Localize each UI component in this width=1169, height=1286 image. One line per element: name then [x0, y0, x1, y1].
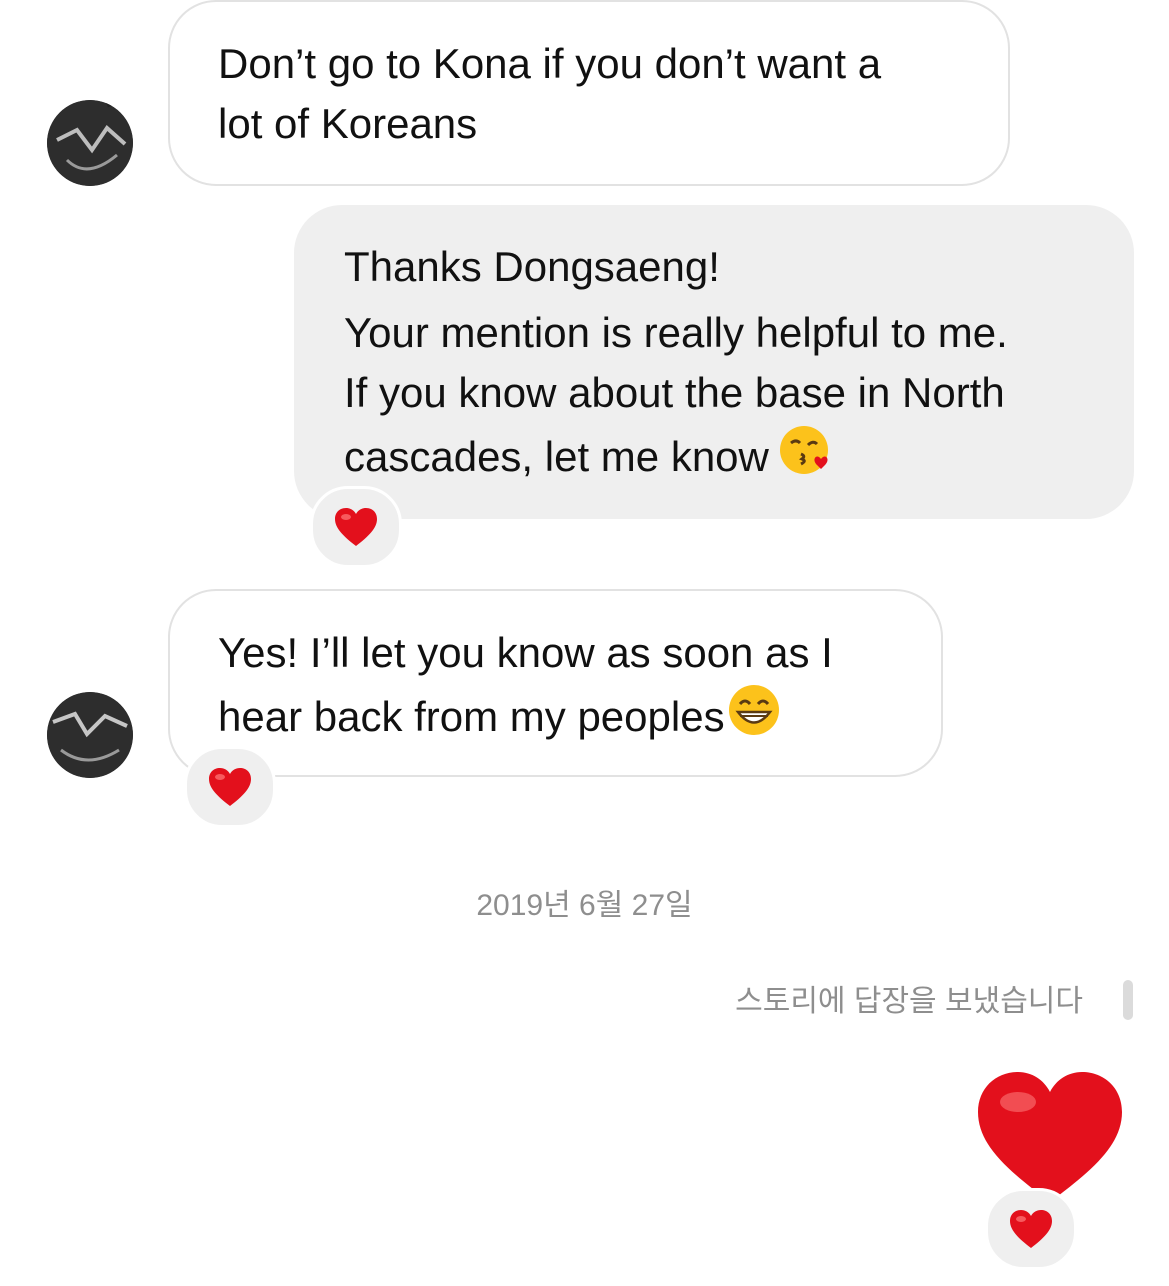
message-text-line: Thanks Dongsaeng! [344, 243, 720, 290]
heart-reaction[interactable] [985, 1188, 1077, 1270]
message-bubble-incoming[interactable]: Don’t go to Kona if you don’t want a lot… [168, 0, 1010, 186]
message-bubble-outgoing[interactable]: Thanks Dongsaeng! Your mention is really… [294, 205, 1134, 519]
grinning-face-emoji-icon [727, 683, 781, 753]
story-preview-bar[interactable] [1123, 980, 1133, 1020]
message-text-line: hear back from my peoples [218, 693, 725, 740]
message-text-line: Don’t go to Kona if you don’t want a [218, 40, 882, 87]
big-heart-message[interactable] [974, 1068, 1126, 1208]
story-reply-note: 스토리에 답장을 보냈습니다 [735, 985, 1083, 1018]
sender-avatar[interactable] [47, 692, 133, 778]
message-text-line: lot of Koreans [218, 100, 478, 147]
message-text-line: If you know about the base in North [344, 369, 1005, 416]
message-text-line: Yes! I’ll let you know as soon as I [218, 629, 833, 676]
message-text-line: Your mention is really helpful to me. [344, 309, 1008, 356]
red-heart-icon [209, 768, 251, 806]
message-text-line: cascades, let me know [344, 433, 769, 480]
message-bubble-incoming[interactable]: Yes! I’ll let you know as soon as I hear… [168, 589, 943, 777]
red-heart-icon [1010, 1210, 1052, 1248]
heart-reaction[interactable] [310, 486, 402, 568]
message-last-line: hear back from my peoples [218, 683, 941, 753]
message-last-line: cascades, let me know [344, 423, 1134, 493]
large-red-heart-icon [978, 1072, 1122, 1202]
red-heart-icon [335, 508, 377, 546]
heart-reaction[interactable] [184, 746, 276, 828]
sender-avatar[interactable] [47, 100, 133, 186]
date-divider: 2019년 6월 27일 [476, 889, 693, 922]
kissing-face-emoji-icon [779, 423, 833, 493]
